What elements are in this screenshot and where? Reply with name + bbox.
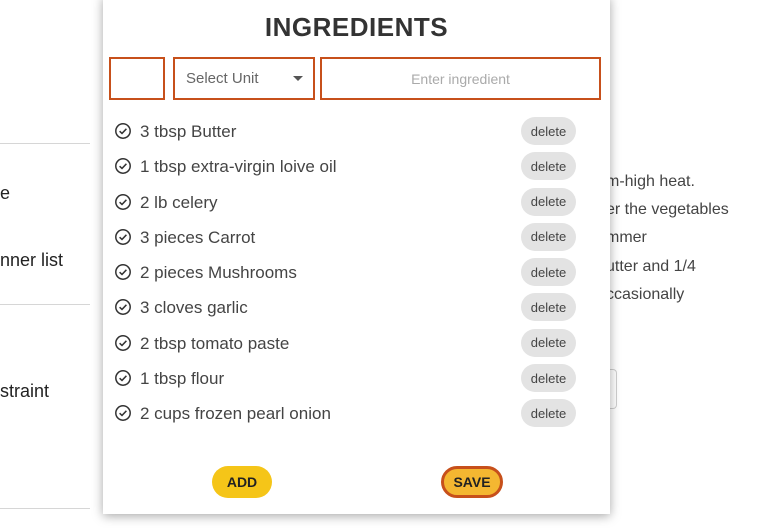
sidebar-item[interactable]: straint — [0, 381, 49, 402]
ingredients-modal: INGREDIENTS Select Unit Enter ingredient… — [103, 0, 610, 514]
check-circle-icon — [115, 193, 131, 210]
item-label: 3 cloves garlic — [140, 298, 248, 318]
check-circle-icon — [115, 405, 131, 422]
ingredient-list: 3 tbsp Butter delete 1 tbsp extra-virgin… — [103, 114, 610, 432]
instruction-line: m-high heat. — [606, 173, 695, 190]
list-item: 2 cups frozen pearl onion delete — [103, 396, 610, 431]
check-circle-icon — [115, 228, 131, 245]
check-circle-icon — [115, 264, 131, 281]
list-item: 3 cloves garlic delete — [103, 290, 610, 325]
unit-select-value: Select Unit — [186, 70, 259, 87]
check-circle-icon — [115, 370, 131, 387]
delete-button[interactable]: delete — [521, 258, 576, 287]
item-label: 2 tbsp tomato paste — [140, 333, 290, 353]
delete-button[interactable]: delete — [521, 117, 576, 145]
item-label: 1 tbsp flour — [140, 369, 225, 389]
sidebar-divider — [0, 304, 90, 305]
list-item: 2 lb celery delete — [103, 185, 610, 220]
item-label: 2 pieces Mushrooms — [140, 263, 297, 283]
delete-button[interactable]: delete — [521, 293, 576, 322]
instruction-line: er the vegetables — [606, 201, 729, 218]
modal-title: INGREDIENTS — [264, 12, 449, 42]
item-label: 2 lb celery — [140, 192, 218, 212]
delete-button[interactable]: delete — [521, 364, 576, 393]
delete-button[interactable]: delete — [521, 222, 576, 251]
item-label: 1 tbsp extra-virgin loive oil — [140, 157, 337, 177]
add-button[interactable]: ADD — [212, 466, 272, 498]
check-circle-icon — [115, 299, 131, 316]
check-circle-icon — [115, 334, 131, 351]
delete-button[interactable]: delete — [521, 399, 576, 428]
instruction-line: utter and 1/4 — [606, 258, 696, 275]
chevron-down-icon — [293, 76, 303, 81]
sidebar-divider — [0, 508, 90, 509]
list-item: 3 tbsp Butter delete — [103, 114, 610, 149]
item-label: 2 cups frozen pearl onion — [140, 404, 331, 424]
delete-button[interactable]: delete — [521, 328, 576, 357]
list-item: 2 tbsp tomato paste delete — [103, 326, 610, 361]
unit-select[interactable]: Select Unit — [173, 57, 315, 100]
list-item: 3 pieces Carrot delete — [103, 220, 610, 255]
instruction-line: ccasionally — [606, 286, 685, 303]
delete-button[interactable]: delete — [521, 187, 576, 216]
ingredient-input[interactable]: Enter ingredient — [320, 57, 601, 100]
background-sidebar: e nner list straint — [0, 0, 95, 532]
list-item: 1 tbsp flour delete — [103, 361, 610, 396]
quantity-input[interactable] — [109, 57, 165, 100]
check-circle-icon — [115, 158, 131, 175]
item-label: 3 tbsp Butter — [140, 122, 237, 141]
check-circle-icon — [115, 123, 131, 139]
delete-button[interactable]: delete — [521, 152, 576, 181]
list-item: 2 pieces Mushrooms delete — [103, 255, 610, 290]
item-label: 3 pieces Carrot — [140, 227, 256, 247]
save-button[interactable]: SAVE — [441, 466, 503, 498]
sidebar-item[interactable]: e — [0, 183, 10, 204]
ingredient-input-placeholder: Enter ingredient — [411, 70, 510, 87]
sidebar-divider — [0, 143, 90, 144]
instruction-line: mmer — [606, 229, 647, 246]
list-item: 1 tbsp extra-virgin loive oil delete — [103, 149, 610, 184]
sidebar-item[interactable]: nner list — [0, 250, 63, 271]
